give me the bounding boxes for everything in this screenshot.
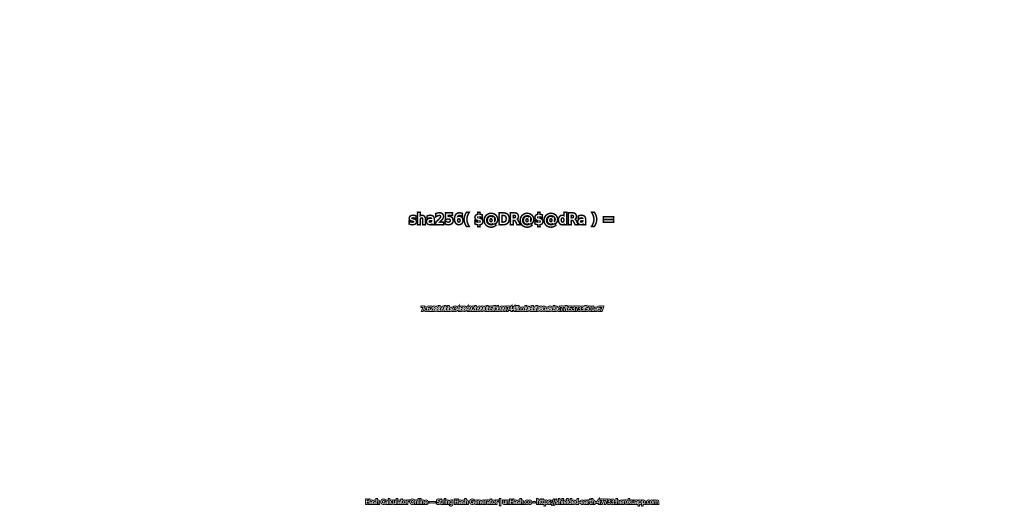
footer-credit: Hash Calculator Online — String Hash Gen… [364,498,659,507]
hash-value: 7c6288b9bbe3468492b990b5f0b99744ffccd96b… [420,305,605,314]
hash-expression: sha256( $@DR@$@dRa ) = [408,211,616,230]
hash-image-canvas: sha256( $@DR@$@dRa ) = 7c6288b9bbe346849… [0,0,1024,512]
